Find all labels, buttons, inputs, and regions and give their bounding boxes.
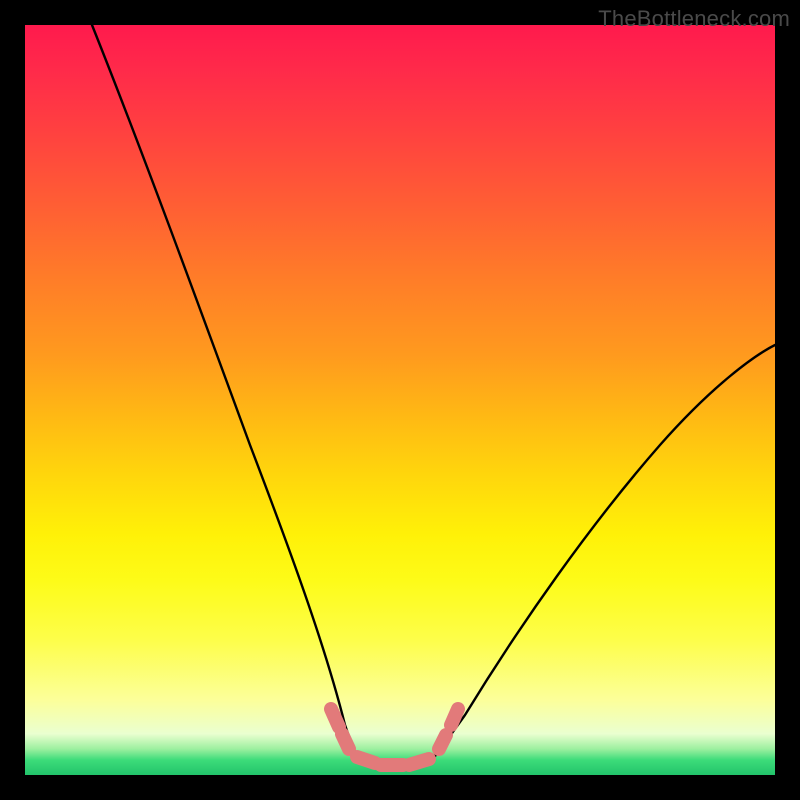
- marker-band: [331, 709, 458, 765]
- chart-frame: TheBottleneck.com: [0, 0, 800, 800]
- chart-curves-svg: [25, 25, 775, 775]
- watermark-text: TheBottleneck.com: [598, 6, 790, 32]
- left-curve: [92, 25, 357, 756]
- right-curve: [435, 345, 775, 756]
